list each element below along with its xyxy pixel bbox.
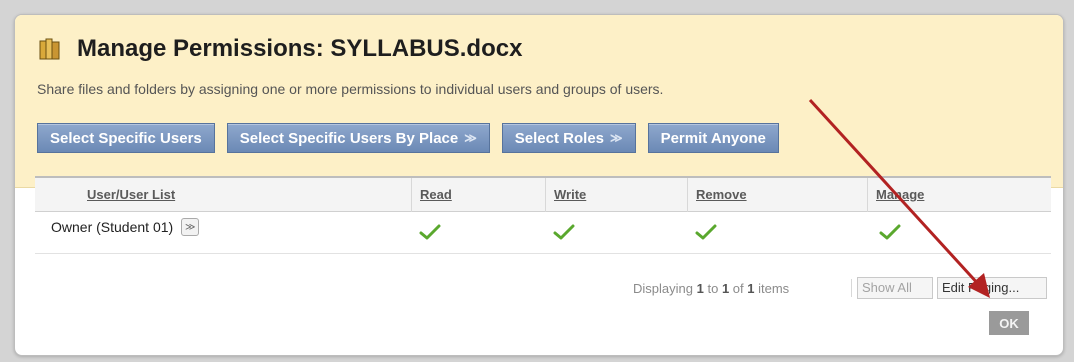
select-specific-users-label: Select Specific Users	[50, 129, 202, 147]
permit-anyone-button[interactable]: Permit Anyone	[647, 123, 779, 153]
select-users-by-place-label: Select Specific Users By Place	[239, 129, 459, 147]
column-header-read[interactable]: Read	[411, 178, 545, 212]
ok-button[interactable]: OK	[989, 311, 1029, 335]
panel-header: Manage Permissions: SYLLABUS.docx Share …	[15, 15, 1063, 188]
paging-prefix: Displaying	[633, 281, 693, 296]
paging-of-word: of	[732, 281, 744, 296]
select-roles-button[interactable]: Select Roles ≫	[501, 123, 636, 153]
show-all-button[interactable]: Show All	[857, 277, 933, 299]
paging-status: Displaying 1 to 1 of 1 items	[633, 281, 789, 296]
page-title: Manage Permissions: SYLLABUS.docx	[77, 35, 523, 62]
user-name: Owner (Student 01)	[51, 219, 174, 235]
chevron-down-icon: ≫	[610, 131, 623, 145]
manage-permissions-panel: Manage Permissions: SYLLABUS.docx Share …	[14, 14, 1064, 356]
paging-to-word: to	[707, 281, 719, 296]
table-header: User/User List Read Write Remove Manage	[35, 176, 1051, 212]
permit-anyone-label: Permit Anyone	[660, 129, 766, 147]
manage-check-icon	[879, 224, 901, 240]
document-stack-icon	[39, 38, 60, 60]
table-row: Owner (Student 01) ≫	[35, 212, 1051, 254]
paging-suffix: items	[758, 281, 790, 296]
column-header-manage[interactable]: Manage	[867, 178, 1051, 212]
paging-total: 1	[747, 281, 755, 296]
title-row: Manage Permissions: SYLLABUS.docx	[37, 35, 522, 63]
page-subtitle: Share files and folders by assigning one…	[37, 81, 664, 97]
chevron-down-icon: ≫	[464, 131, 477, 145]
context-menu-button[interactable]: ≫	[181, 218, 200, 236]
user-cell: Owner (Student 01) ≫	[51, 218, 200, 236]
column-header-user[interactable]: User/User List	[79, 178, 419, 212]
read-check-icon	[419, 224, 441, 240]
paging-bar: Displaying 1 to 1 of 1 items Show All Ed…	[35, 277, 1051, 301]
select-specific-users-button[interactable]: Select Specific Users	[37, 123, 215, 153]
write-check-icon	[553, 224, 575, 240]
select-users-by-place-button[interactable]: Select Specific Users By Place ≫	[226, 123, 490, 153]
column-header-remove[interactable]: Remove	[687, 178, 867, 212]
divider	[851, 279, 852, 297]
select-roles-label: Select Roles	[514, 129, 605, 147]
remove-check-icon	[695, 224, 717, 240]
chevron-down-icon: ≫	[184, 221, 196, 233]
paging-from: 1	[696, 281, 704, 296]
action-bar: Select Specific Users Select Specific Us…	[37, 123, 791, 153]
edit-paging-button[interactable]: Edit Paging...	[937, 277, 1047, 299]
paging-to: 1	[721, 281, 730, 296]
column-header-write[interactable]: Write	[545, 178, 687, 212]
